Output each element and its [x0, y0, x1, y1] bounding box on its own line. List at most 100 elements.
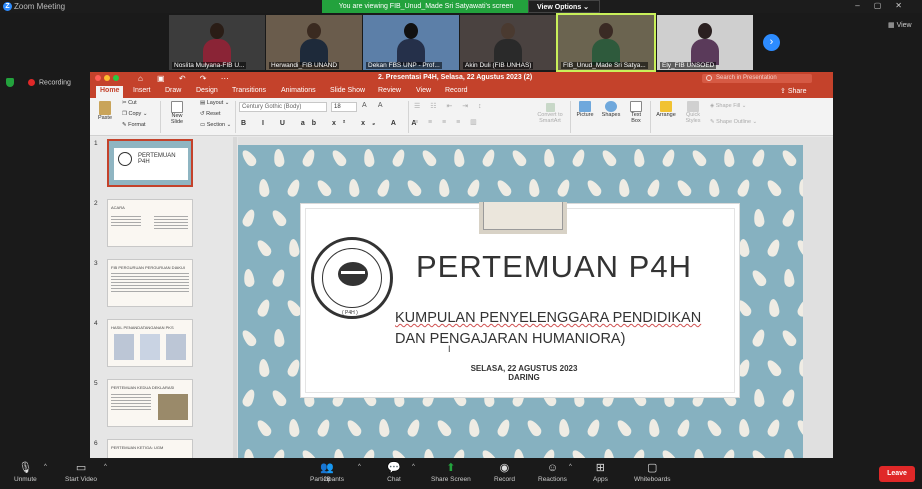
- format-painter-button[interactable]: ✎ Format: [122, 122, 146, 128]
- search-field[interactable]: Search in Presentation: [702, 74, 812, 83]
- next-page-arrow-icon[interactable]: ›: [763, 34, 780, 51]
- zoom-toolbar: 🎙 Unmute ^ ▭ Start Video ^ 👥28 Participants…: [0, 458, 922, 489]
- decorative-leaf: [780, 207, 798, 229]
- decorative-leaf: [585, 417, 603, 439]
- quick-access-toolbar[interactable]: ⌂ ▣ ↶ ↷ ⋯: [138, 74, 235, 83]
- alignment-buttons[interactable]: ≡ ≡ ≡ ≡ ▥: [414, 118, 481, 126]
- convert-smartart-button[interactable]: Convert to SmartArt: [535, 103, 565, 124]
- close-dot-icon[interactable]: [95, 75, 101, 81]
- section-button[interactable]: ▭ Section ⌄: [200, 122, 231, 128]
- tab-transitions[interactable]: Transitions: [232, 87, 266, 94]
- font-size-adjust[interactable]: A A: [362, 102, 388, 109]
- view-button[interactable]: ▦ View: [888, 21, 912, 29]
- whiteboards-button[interactable]: ▢ Whiteboards: [634, 462, 671, 483]
- view-options-button[interactable]: View Options ⌄: [528, 0, 600, 13]
- view-options-label: View Options: [537, 4, 582, 11]
- video-tile[interactable]: Dekan FBS UNP - Prof...: [363, 15, 459, 70]
- thumbnails-scrollbar[interactable]: [233, 137, 237, 458]
- chat-button[interactable]: 💬 Chat: [387, 462, 401, 483]
- decorative-leaf: [509, 147, 529, 169]
- recording-indicator[interactable]: Recording: [6, 78, 71, 87]
- video-tile[interactable]: Noslita Mulyana-FIB U...: [169, 15, 265, 70]
- slide-thumbnail[interactable]: PERTEMUAN P4H: [107, 139, 193, 187]
- slide[interactable]: ( P4H ) PERTEMUAN P4H KUMPULAN PENYELENG…: [238, 145, 803, 458]
- paragraph-buttons[interactable]: ☰ ☷ ⇤ ⇥ ↕: [414, 102, 486, 110]
- shape-fill-button[interactable]: ◈ Shape Fill ⌄: [710, 103, 746, 109]
- unmute-button[interactable]: 🎙 Unmute: [14, 462, 37, 483]
- font-family-select[interactable]: Century Gothic (Body): [239, 102, 327, 112]
- decorative-leaf: [782, 268, 796, 288]
- share-button[interactable]: ⇪ Share: [780, 87, 807, 95]
- video-tile-active-speaker[interactable]: FIB_Unud_Made Sri Satya...: [556, 13, 656, 72]
- audio-options-caret[interactable]: ^: [44, 464, 47, 470]
- text-box-icon: [630, 101, 642, 112]
- cut-button[interactable]: ✂ Cut: [122, 100, 137, 106]
- layout-button[interactable]: ▤ Layout ⌄: [200, 100, 229, 106]
- share-label: Share: [787, 88, 807, 95]
- font-size-select[interactable]: 18: [331, 102, 357, 112]
- layout-icon: ▤: [200, 100, 206, 106]
- video-tile[interactable]: Ely_FIB UNSOED: [657, 15, 753, 70]
- slide-thumbnail[interactable]: ACARA: [107, 199, 193, 247]
- tab-review[interactable]: Review: [378, 87, 401, 94]
- new-slide-label: New Slide: [170, 113, 184, 125]
- minimize-dot-icon[interactable]: [104, 75, 110, 81]
- paste-button[interactable]: Paste: [96, 101, 114, 121]
- traffic-lights[interactable]: [95, 75, 122, 83]
- tab-home[interactable]: Home: [96, 86, 124, 98]
- text-box-button[interactable]: Text Box: [627, 101, 645, 124]
- document-title: 2. Presentasi P4H, Selasa, 22 Agustus 20…: [378, 74, 533, 81]
- apps-button[interactable]: ⊞ Apps: [593, 462, 608, 483]
- arrange-button[interactable]: Arrange: [655, 101, 677, 118]
- reset-button[interactable]: ↺ Reset: [200, 111, 221, 117]
- tab-slide-show[interactable]: Slide Show: [330, 87, 365, 94]
- slide-thumbnail[interactable]: PERTEMUAN KETIGA: UGM: [107, 439, 193, 458]
- participants-button[interactable]: 👥28 Participants: [310, 462, 344, 483]
- reactions-button[interactable]: ☺ Reactions: [538, 462, 567, 483]
- tab-record[interactable]: Record: [445, 87, 468, 94]
- decorative-leaf: [344, 417, 364, 439]
- video-tile[interactable]: Akin Duli (FIB UNHAS): [460, 15, 556, 70]
- start-video-button[interactable]: ▭ Start Video: [65, 462, 97, 483]
- slide-title[interactable]: PERTEMUAN P4H: [416, 249, 692, 285]
- tab-animations[interactable]: Animations: [281, 87, 316, 94]
- slide-thumbnail[interactable]: HASIL PENANDATANGANAN PKS: [107, 319, 193, 367]
- decorative-leaf: [390, 147, 408, 169]
- tab-insert[interactable]: Insert: [133, 87, 151, 94]
- tab-design[interactable]: Design: [196, 87, 218, 94]
- slide-thumbnail[interactable]: PERTEMUAN KEDUA DEKLARASI: [107, 379, 193, 427]
- video-options-caret[interactable]: ^: [104, 464, 107, 470]
- share-screen-button[interactable]: ⬆ Share Screen: [431, 462, 471, 483]
- decorative-leaf: [257, 178, 271, 198]
- decorative-leaf: [240, 387, 258, 409]
- decorative-leaf: [797, 178, 803, 198]
- thumb-card: PERTEMUAN P4H: [114, 148, 188, 180]
- decorative-leaf: [692, 448, 706, 458]
- decorative-leaf: [569, 447, 589, 458]
- tab-draw[interactable]: Draw: [165, 87, 181, 94]
- decorative-leaf: [269, 207, 289, 229]
- leave-button[interactable]: Leave: [879, 466, 915, 482]
- reactions-caret[interactable]: ^: [569, 464, 572, 470]
- decorative-leaf: [647, 418, 661, 438]
- record-button[interactable]: ◉ Record: [494, 462, 515, 483]
- slide-date[interactable]: SELASA, 22 AGUSTUS 2023 DARING: [459, 364, 589, 382]
- participants-caret[interactable]: ^: [358, 464, 361, 470]
- quick-styles-button[interactable]: Quick Styles: [682, 101, 704, 124]
- arrange-icon: [660, 101, 672, 112]
- window-controls[interactable]: –▢✕: [855, 1, 916, 10]
- tab-view[interactable]: View: [416, 87, 431, 94]
- copy-button[interactable]: ❐ Copy ⌄: [122, 111, 147, 117]
- shape-outline-button[interactable]: ✎ Shape Outline ⌄: [710, 119, 757, 125]
- shapes-button[interactable]: Shapes: [600, 101, 622, 118]
- picture-button[interactable]: Picture: [575, 101, 595, 118]
- thumb-title: PERTEMUAN KETIGA: UGM: [111, 445, 164, 450]
- video-tile[interactable]: Herwandi_FIB UNAND: [266, 15, 362, 70]
- slide-subtitle[interactable]: KUMPULAN PENYELENGGARA PENDIDIKAN DAN PE…: [395, 308, 701, 350]
- shapes-icon: [605, 101, 617, 112]
- new-slide-button[interactable]: New Slide: [166, 101, 188, 125]
- maximize-dot-icon[interactable]: [113, 75, 119, 81]
- slide-thumbnail[interactable]: FIB PERGURUAN PERGURUAN DIAKUI: [107, 259, 193, 307]
- text-format-buttons[interactable]: B I U ab x² x₂ A A: [241, 120, 423, 127]
- chat-caret[interactable]: ^: [412, 464, 415, 470]
